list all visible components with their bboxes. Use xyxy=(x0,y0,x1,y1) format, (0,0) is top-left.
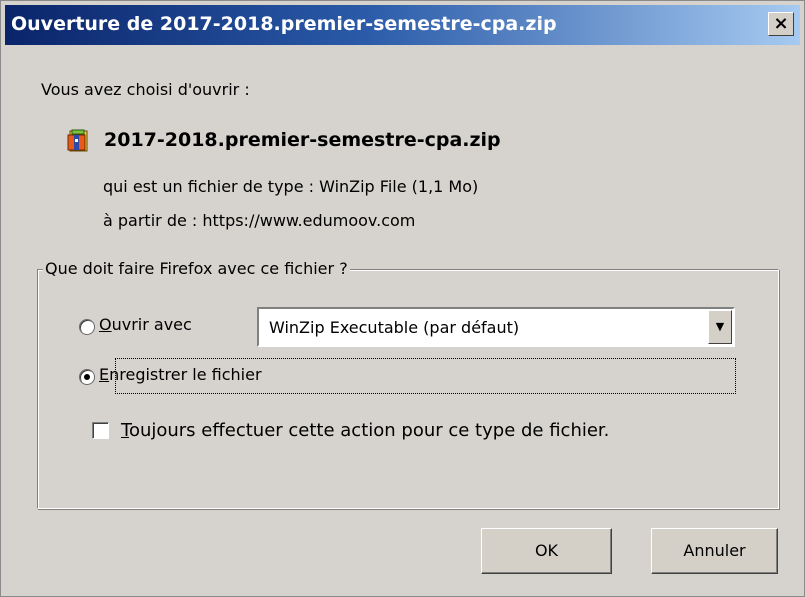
winzip-file-icon xyxy=(67,129,88,152)
file-name: 2017-2018.premier-semestre-cpa.zip xyxy=(104,129,501,151)
open-with-label[interactable]: Ouvrir avec xyxy=(99,315,192,334)
always-do-this-label-rest: oujours effectuer cette action pour ce t… xyxy=(128,420,610,441)
save-file-radio[interactable] xyxy=(79,369,95,385)
window-title: Ouverture de 2017-2018.premier-semestre-… xyxy=(11,13,557,35)
always-do-this-label[interactable]: Toujours effectuer cette action pour ce … xyxy=(121,420,609,441)
always-do-this-checkbox[interactable] xyxy=(92,422,109,439)
open-with-radio[interactable] xyxy=(79,319,95,335)
save-file-label[interactable]: Enregistrer le fichier xyxy=(99,365,262,384)
open-with-app-select[interactable]: WinZip Executable (par défaut) ▼ xyxy=(257,307,735,347)
chevron-down-icon[interactable]: ▼ xyxy=(708,310,732,344)
ok-button[interactable]: OK xyxy=(481,528,612,574)
save-file-label-accesskey: E xyxy=(99,365,110,384)
close-button[interactable]: × xyxy=(768,12,794,36)
open-with-label-accesskey: O xyxy=(99,315,112,334)
intro-text: Vous avez choisi d'ouvrir : xyxy=(41,80,250,99)
open-with-label-rest: uvrir avec xyxy=(111,315,192,334)
always-do-this-accesskey: T xyxy=(121,420,129,441)
action-group-legend: Que doit faire Firefox avec ce fichier ? xyxy=(43,259,350,278)
file-type-text: qui est un fichier de type : WinZip File… xyxy=(103,177,479,196)
save-file-label-rest: nregistrer le fichier xyxy=(109,365,262,384)
close-icon: × xyxy=(773,13,789,34)
file-open-dialog: Ouverture de 2017-2018.premier-semestre-… xyxy=(0,0,805,597)
cancel-button[interactable]: Annuler xyxy=(651,528,778,574)
title-bar[interactable]: Ouverture de 2017-2018.premier-semestre-… xyxy=(5,5,800,45)
radio-selected-dot xyxy=(84,374,90,380)
file-source-text: à partir de : https://www.edumoov.com xyxy=(103,211,416,230)
open-with-app-value: WinZip Executable (par défaut) xyxy=(269,318,520,337)
